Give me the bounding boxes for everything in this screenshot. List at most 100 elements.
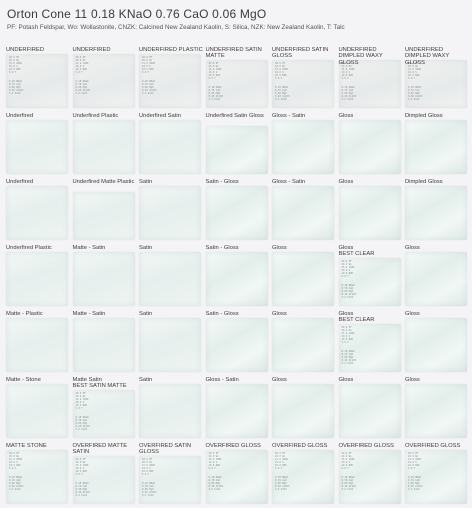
glaze-tile-cell: Dimpled Gloss	[403, 176, 469, 242]
tile-label: Satin	[139, 377, 203, 383]
glaze-tile-cell: 40.0 PF 20.0 Wo 15.0 CNZK 10.0 S 10.0 NZ…	[71, 374, 137, 440]
glaze-tile	[272, 120, 334, 174]
tile-label-text: Underfired Plastic	[6, 245, 52, 251]
glaze-tile: 40.0 PF 20.0 Wo 15.0 CNZK 10.0 S 10.0 NZ…	[338, 324, 401, 372]
tile-label-text: Underfired Satin	[139, 113, 181, 119]
tile-label: UNDERFIRED	[73, 47, 137, 53]
glaze-tile	[272, 384, 334, 438]
glaze-tile	[139, 384, 201, 438]
tile-label: UNDERFIRED	[6, 47, 70, 53]
glaze-tile: 40.0 PF 20.0 Wo 15.0 CNZK 10.0 S 10.0 NZ…	[139, 54, 201, 108]
tile-label-text: Gloss	[272, 311, 287, 317]
glaze-tile: 40.0 PF 20.0 Wo 15.0 CNZK 10.0 S 10.0 NZ…	[205, 450, 268, 504]
glaze-tile	[6, 186, 68, 240]
tile-label: Satin - Gloss	[206, 311, 270, 317]
glaze-tile	[272, 186, 334, 240]
glaze-tile-cell: Matte - Satin	[71, 242, 137, 308]
glaze-tile: 40.0 PF 20.0 Wo 15.0 CNZK 10.0 S 10.0 NZ…	[405, 60, 467, 108]
tile-label: Underfired Matte Plastic	[73, 179, 137, 185]
tile-label-text: Gloss	[338, 377, 354, 383]
glaze-tile: 40.0 PF 20.0 Wo 15.0 CNZK 10.0 S 10.0 NZ…	[205, 60, 268, 108]
glaze-tile-cell: 40.0 PF 20.0 Wo 15.0 CNZK 10.0 S 10.0 NZ…	[337, 308, 403, 374]
tile-label-text: Underfired	[6, 179, 34, 185]
page-subtitle: PF: Potash Feldspar, Wo: Wollastonite, C…	[7, 24, 345, 31]
tile-label-text: Gloss	[272, 245, 287, 251]
tile-label-text: UNDERFIRED DIMPLED WAXY GLOSS	[405, 47, 450, 66]
tile-label: Gloss BEST CLEAR	[339, 245, 403, 258]
glaze-tile: 40.0 PF 20.0 Wo 15.0 CNZK 10.0 S 10.0 NZ…	[272, 60, 334, 108]
glaze-tile	[338, 120, 401, 174]
glaze-tile	[139, 252, 201, 306]
glaze-tile: 40.0 PF 20.0 Wo 15.0 CNZK 10.0 S 10.0 NZ…	[139, 456, 201, 504]
tile-label: Gloss - Satin	[272, 113, 336, 119]
glaze-tile	[205, 126, 268, 174]
glaze-tile-cell: Gloss - Satin	[204, 374, 270, 440]
tile-label: Gloss	[405, 245, 469, 251]
tile-label: Underfired Plastic	[6, 245, 70, 251]
glaze-tile	[139, 318, 201, 372]
tile-label-text: UNDERFIRED DIMPLED WAXY GLOSS	[338, 47, 383, 66]
glaze-tile-cell: 40.0 PF 20.0 Wo 15.0 CNZK 10.0 S 10.0 NZ…	[270, 44, 336, 110]
tile-label: OVERFIRED SATIN GLOSS	[139, 443, 203, 456]
tile-label: Gloss - Satin	[206, 377, 270, 383]
recipe-text: 40.0 PF 20.0 Wo 15.0 CNZK 10.0 S 10.0 NZ…	[142, 56, 157, 95]
tile-label: OVERFIRED GLOSS	[405, 443, 469, 449]
tile-label-text: Satin - Gloss	[205, 245, 239, 251]
glaze-tile-cell: Underfired	[4, 110, 70, 176]
tile-label: Underfired	[6, 113, 70, 119]
tile-label-text: Dimpled Gloss	[405, 113, 443, 119]
recipe-text: 40.0 PF 20.0 Wo 15.0 CNZK 10.0 S 10.0 NZ…	[341, 452, 356, 491]
tile-label-text: Matte - Plastic	[6, 311, 43, 317]
tile-sublabel: BEST SATIN MATTE	[72, 383, 127, 390]
glaze-tile: 40.0 PF 20.0 Wo 15.0 CNZK 10.0 S 10.0 NZ…	[6, 450, 68, 504]
glaze-tile: 40.0 PF 20.0 Wo 15.0 CNZK 10.0 S 10.0 NZ…	[72, 390, 135, 438]
glaze-tile-cell: Underfired Satin Gloss	[204, 110, 270, 176]
glaze-tile-cell: 40.0 PF 20.0 Wo 15.0 CNZK 10.0 S 10.0 NZ…	[204, 44, 270, 110]
recipe-text: 40.0 PF 20.0 Wo 15.0 CNZK 10.0 S 10.0 NZ…	[9, 452, 24, 491]
tile-sublabel: BEST CLEAR	[338, 317, 375, 324]
glaze-tile-cell: Dimpled Gloss	[403, 110, 469, 176]
tile-label-text: Gloss - Satin	[272, 179, 306, 185]
glaze-tile	[405, 120, 467, 174]
glaze-tile-cell: Gloss	[403, 242, 469, 308]
tile-label: Matte - Plastic	[6, 311, 70, 317]
tile-label-text: Gloss	[405, 245, 420, 251]
tile-label-text: Satin	[139, 311, 153, 317]
tile-label: Dimpled Gloss	[405, 113, 469, 119]
tile-label-text: MATTE STONE	[6, 443, 47, 449]
tile-label: Satin - Gloss	[206, 179, 270, 185]
recipe-text: 40.0 PF 20.0 Wo 15.0 CNZK 10.0 S 10.0 NZ…	[142, 458, 157, 497]
glaze-tile	[6, 252, 68, 306]
tile-label: Satin	[139, 245, 203, 251]
glaze-tile	[272, 318, 334, 372]
recipe-text: 40.0 PF 20.0 Wo 15.0 CNZK 10.0 S 10.0 NZ…	[75, 392, 90, 431]
tile-label: Matte - Stone	[6, 377, 70, 383]
tile-label-text: Matte - Satin	[72, 245, 106, 251]
tile-label: Gloss	[405, 377, 469, 383]
tile-sublabel: BEST CLEAR	[338, 251, 375, 258]
tile-label: Gloss	[339, 377, 403, 383]
glaze-tile	[6, 318, 68, 372]
tile-label-text: Gloss	[338, 113, 354, 119]
tile-label: Gloss	[272, 311, 336, 317]
glaze-tile-cell: Satin	[137, 242, 203, 308]
tile-label: UNDERFIRED DIMPLED WAXY GLOSS	[339, 47, 403, 66]
glaze-tile-cell: Underfired Matte Plastic	[71, 176, 137, 242]
glaze-tile	[405, 186, 467, 240]
tile-label: Gloss BEST CLEAR	[339, 311, 403, 324]
glaze-tile	[6, 120, 68, 174]
glaze-tile-cell: 40.0 PF 20.0 Wo 15.0 CNZK 10.0 S 10.0 NZ…	[71, 440, 137, 506]
tile-label-text: Gloss - Satin	[272, 113, 306, 119]
tile-label-text: UNDERFIRED	[6, 47, 45, 53]
glaze-tile	[338, 384, 401, 438]
tile-label-text: Underfired Plastic	[72, 113, 119, 119]
glaze-tile	[139, 120, 201, 174]
glaze-tile-cell: 40.0 PF 20.0 Wo 15.0 CNZK 10.0 S 10.0 NZ…	[403, 44, 469, 110]
tile-label: Matte - Satin	[73, 311, 137, 317]
glaze-tile-cell: Satin - Gloss	[204, 308, 270, 374]
glaze-tile	[205, 252, 268, 306]
tile-label-text: Underfired	[6, 113, 34, 119]
glaze-tile-cell: Gloss	[337, 110, 403, 176]
glaze-tile-cell: Underfired Plastic	[71, 110, 137, 176]
tile-label-text: UNDERFIRED PLASTIC	[139, 47, 203, 53]
